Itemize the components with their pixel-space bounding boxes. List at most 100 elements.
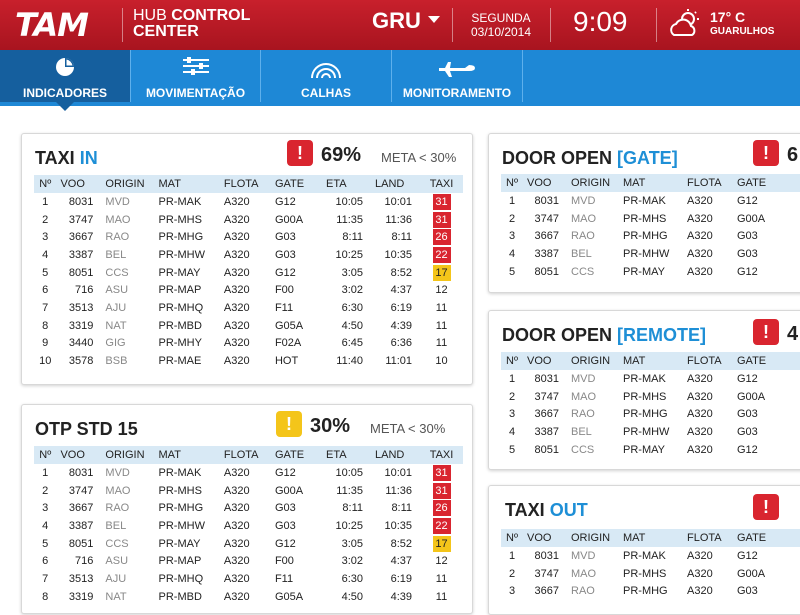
table-cell: 22: [420, 246, 463, 264]
table-row[interactable]: 1 8031 MVD PR-MAK A320 G12 1: [501, 192, 800, 210]
column-header[interactable]: VOO: [523, 174, 567, 192]
table-cell: 1: [508, 194, 516, 207]
column-header[interactable]: FLOTA: [683, 352, 733, 370]
table-row[interactable]: 5 8051 CCS PR-MAY A320 G12 3:05 8:52 17: [34, 535, 463, 553]
taxi-time-badge: 11: [435, 301, 448, 314]
table-row[interactable]: 4 3387 BEL PR-MHW A320 G03 1: [501, 245, 800, 263]
table-row[interactable]: 3 3667 RAO PR-MHG A320 G03 8:11 8:11 26: [34, 499, 463, 517]
table-cell: AJU: [105, 572, 127, 585]
table-cell: 8051: [68, 537, 94, 550]
table-row[interactable]: 4 3387 BEL PR-MHW A320 G03 1: [501, 423, 800, 441]
column-header[interactable]: TAXI: [420, 446, 463, 464]
column-header[interactable]: MAT: [154, 446, 220, 464]
column-header[interactable]: Nº: [501, 352, 523, 370]
column-header[interactable]: GATE: [733, 529, 791, 547]
table-cell: 12: [420, 552, 463, 570]
column-header[interactable]: ORIGIN: [101, 175, 155, 193]
table-row[interactable]: 4 3387 BEL PR-MHW A320 G03 10:25 10:35 22: [34, 517, 463, 535]
flights-table: Nº VOO ORIGIN MAT FLOTA GATE 1 8031 MVD PR-MAK A32…: [501, 352, 800, 458]
table-row[interactable]: 3 3667 RAO PR-MHG A320 G03 1: [501, 227, 800, 245]
table-cell: AJU: [105, 301, 127, 314]
column-header[interactable]: FLOTA: [683, 174, 733, 192]
column-header: [791, 174, 800, 192]
column-header[interactable]: Nº: [501, 529, 523, 547]
table-row[interactable]: 2 3747 MAO PR-MHS A320 G00A 1: [501, 565, 800, 583]
table-row[interactable]: 8 3319 NAT PR-MBD A320 G05A 4:50 4:39 11: [34, 588, 463, 606]
table-cell: ASU: [105, 555, 129, 568]
column-header[interactable]: ORIGIN: [101, 446, 155, 464]
column-header[interactable]: FLOTA: [683, 529, 733, 547]
column-header[interactable]: FLOTA: [219, 446, 271, 464]
table-cell: F11: [274, 572, 294, 585]
column-header[interactable]: GATE: [270, 175, 322, 193]
date-display: SEGUNDA 03/10/2014: [466, 11, 536, 39]
chevron-down-icon[interactable]: [428, 16, 440, 23]
table-row[interactable]: 10 3578 BSB PR-MAE A320 HOT 11:40 11:01 10: [34, 352, 463, 370]
table-cell: A320: [687, 567, 713, 580]
column-header[interactable]: Nº: [501, 174, 523, 192]
kpi-percent: 30%: [310, 415, 351, 437]
tab-label: INDICADORES: [22, 86, 107, 100]
column-header[interactable]: ORIGIN: [567, 529, 619, 547]
column-header[interactable]: GATE: [733, 352, 791, 370]
column-header[interactable]: MAT: [619, 352, 683, 370]
table-cell: 8: [42, 590, 49, 603]
column-header[interactable]: VOO: [56, 446, 102, 464]
table-row[interactable]: 4 3387 BEL PR-MHW A320 G03 10:25 10:35 22: [34, 246, 463, 264]
table-row[interactable]: 6 716 ASU PR-MAP A320 F00 3:02 4:37 12: [34, 281, 463, 299]
table-row[interactable]: 5 8051 CCS PR-MAY A320 G12 1: [501, 441, 800, 459]
table-cell: 6:30: [341, 572, 364, 585]
column-header[interactable]: VOO: [523, 529, 567, 547]
column-header[interactable]: GATE: [270, 446, 322, 464]
table-row[interactable]: 3 3667 RAO PR-MHG A320 G03 8:11 8:11 26: [34, 228, 463, 246]
column-header[interactable]: ETA: [322, 175, 372, 193]
table-cell: G03: [274, 519, 296, 532]
tab-calhas[interactable]: CALHAS: [261, 50, 392, 102]
table-row[interactable]: 2 3747 MAO PR-MHS A320 G00A 1: [501, 210, 800, 228]
table-cell: G12: [274, 266, 296, 279]
tab-indicadores[interactable]: INDICADORES: [0, 50, 131, 102]
table-cell: 9: [42, 337, 49, 350]
table-cell: RAO: [105, 502, 130, 515]
table-row[interactable]: 2 3747 MAO PR-MHS A320 G00A 11:35 11:36 31: [34, 211, 463, 229]
table-row[interactable]: 2 3747 MAO PR-MHS A320 G00A 1: [501, 388, 800, 406]
table-row[interactable]: 5 8051 CCS PR-MAY A320 G12 1: [501, 263, 800, 281]
column-header[interactable]: VOO: [56, 175, 102, 193]
column-header[interactable]: GATE: [733, 174, 791, 192]
table-row[interactable]: 1 8031 MVD PR-MAK A320 G12 1: [501, 370, 800, 388]
column-header[interactable]: LAND: [371, 446, 421, 464]
table-row[interactable]: 1 8031 MVD PR-MAK A320 G12 10:05 10:01 31: [34, 464, 463, 482]
table-row[interactable]: 2 3747 MAO PR-MHS A320 G00A 11:35 11:36 31: [34, 482, 463, 500]
table-cell: HOT: [274, 355, 299, 368]
column-header[interactable]: ORIGIN: [567, 352, 619, 370]
table-row[interactable]: 1 8031 MVD PR-MAK A320 G12 1: [501, 547, 800, 565]
table-cell: 3667: [534, 585, 559, 598]
column-header[interactable]: Nº: [34, 175, 57, 193]
table-cell: 3: [42, 502, 49, 515]
table-cell: 6:45: [341, 337, 364, 350]
table-cell: MAO: [105, 213, 131, 226]
tab-monitoramento[interactable]: MONITORAMENTO: [392, 50, 523, 102]
table-row[interactable]: 5 8051 CCS PR-MAY A320 G12 3:05 8:52 17: [34, 264, 463, 282]
table-row[interactable]: 3 3667 RAO PR-MHG A320 G03: [501, 405, 800, 423]
tab-movimentacao[interactable]: MOVIMENTAÇÃO: [131, 50, 261, 102]
table-row[interactable]: 7 3513 AJU PR-MHQ A320 F11 6:30 6:19 11: [34, 570, 463, 588]
table-row[interactable]: 9 3440 GIG PR-MHY A320 F02A 6:45 6:36 11: [34, 335, 463, 353]
airport-selector[interactable]: GRU: [372, 9, 421, 33]
table-cell: 10: [39, 355, 52, 368]
column-header[interactable]: VOO: [523, 352, 567, 370]
column-header[interactable]: Nº: [34, 446, 57, 464]
table-row[interactable]: 3 3667 RAO PR-MHG A320 G03 1: [501, 582, 800, 600]
column-header[interactable]: TAXI: [420, 175, 463, 193]
table-row[interactable]: 6 716 ASU PR-MAP A320 F00 3:02 4:37 12: [34, 552, 463, 570]
column-header[interactable]: ORIGIN: [567, 174, 619, 192]
column-header[interactable]: LAND: [371, 175, 421, 193]
table-row[interactable]: 8 3319 NAT PR-MBD A320 G05A 4:50 4:39 11: [34, 317, 463, 335]
column-header[interactable]: FLOTA: [219, 175, 271, 193]
table-row[interactable]: 1 8031 MVD PR-MAK A320 G12 10:05 10:01 31: [34, 193, 463, 211]
column-header[interactable]: MAT: [619, 529, 683, 547]
column-header[interactable]: MAT: [619, 174, 683, 192]
column-header[interactable]: ETA: [322, 446, 372, 464]
column-header[interactable]: MAT: [154, 175, 220, 193]
table-row[interactable]: 7 3513 AJU PR-MHQ A320 F11 6:30 6:19 11: [34, 299, 463, 317]
